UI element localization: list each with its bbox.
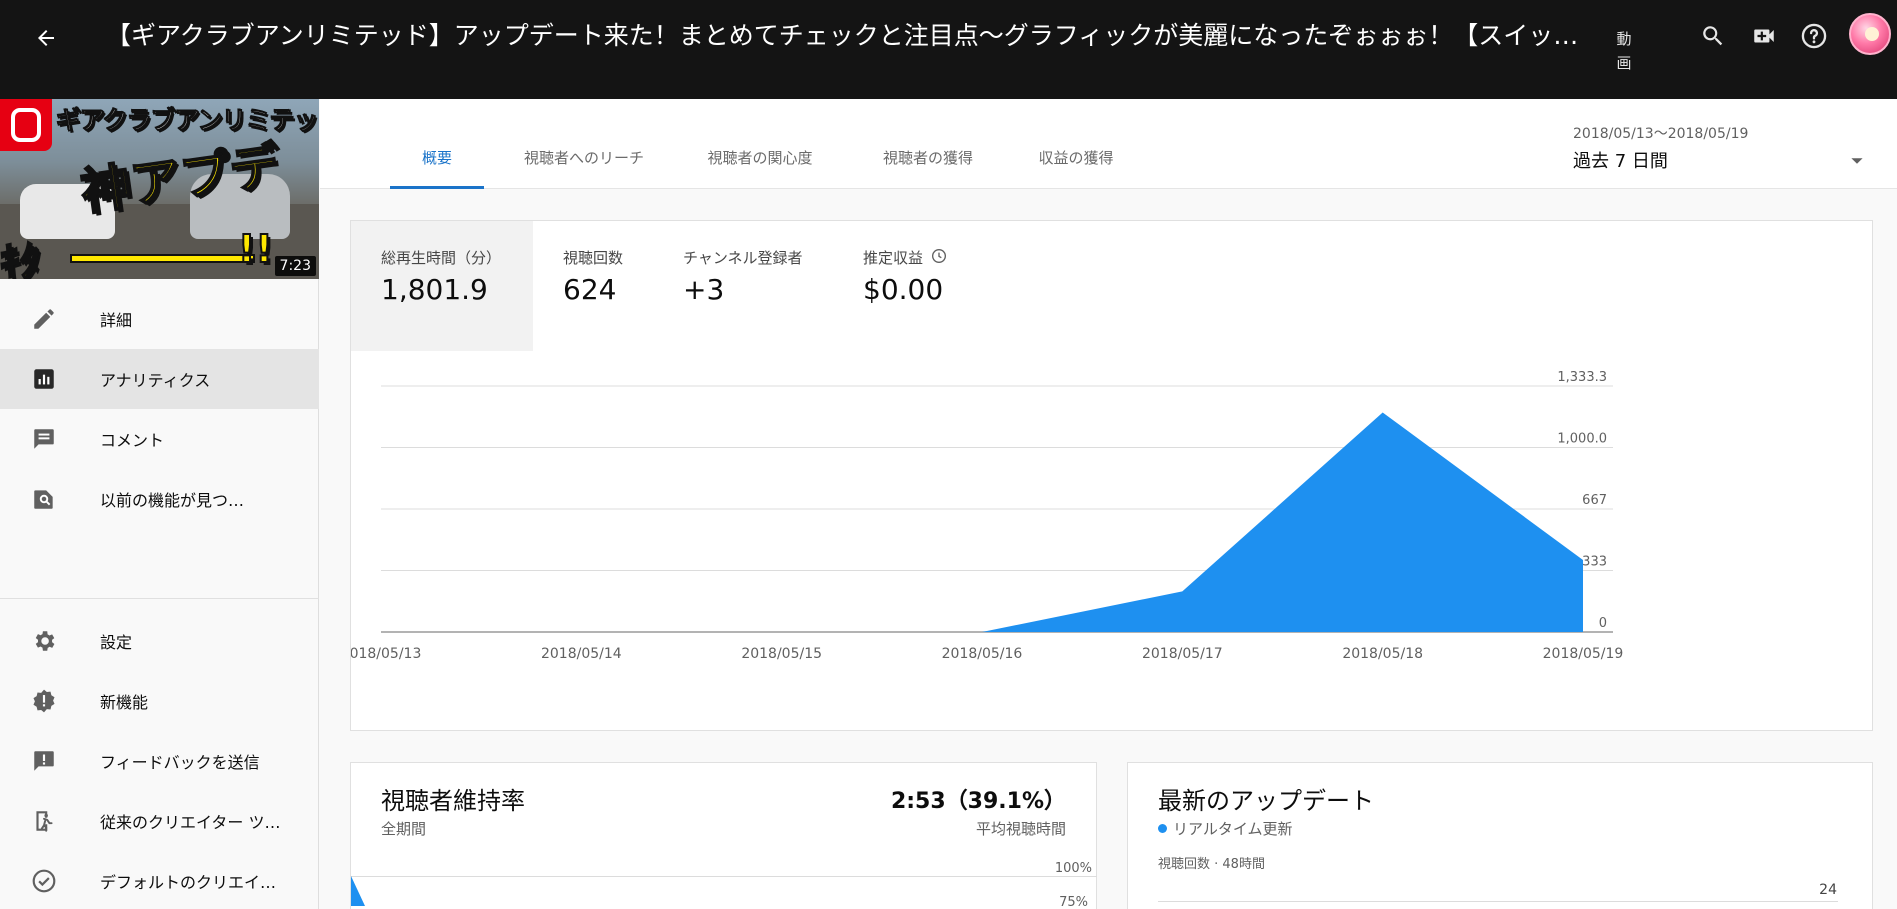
metric-views[interactable]: 視聴回数 624 [533,221,653,351]
sidebar-item-label: フィードバックを送信 [100,753,260,772]
date-range: 2018/05/13〜2018/05/19 [1573,126,1749,142]
metric-value: 624 [563,273,617,306]
metric-label: 推定収益 [863,247,947,268]
thumbnail-headline: ギアクラブアンリミテッド [56,106,319,136]
realtime-label: リアルタイム更新 [1173,820,1293,838]
retention-value: 2:53（39.1%） [890,789,1066,814]
tab-reach[interactable]: 視聴者へのリーチ [504,147,664,189]
sidebar-item-default-creator[interactable]: デフォルトのクリエイ… [0,851,319,909]
chevron-down-icon[interactable] [1845,149,1869,173]
metric-watch-time[interactable]: 総再生時間（分） 1,801.9 [351,221,533,351]
updates-title: 最新のアップデート [1158,787,1374,815]
thumbnail-exclamation: !! [237,226,274,272]
sidebar-item-comments[interactable]: コメント [0,409,319,469]
sidebar-item-label: 詳細 [100,311,133,330]
video-thumbnail[interactable]: ギアクラブアンリミテッド 神アプデ ｷﾀ !! 7:23 [0,99,319,279]
sidebar-item-analytics[interactable]: アナリティクス [0,349,319,409]
metric-value: $0.00 [863,273,944,306]
retention-ytick: 75% [1059,895,1088,909]
thumbnail-bar [70,254,255,263]
views-48h-label: 視聴回数 · 48時間 [1158,857,1265,872]
sidebar-item-label: 設定 [100,633,133,652]
x-tick-label: 2018/05/15 [741,646,822,662]
watch-time-chart: 0 333 667 1,000.0 1,333.3 2018/05/13 2018/05/1… [351,370,1624,662]
feedback-icon [29,746,59,776]
x-tick-label: 2018/05/14 [541,646,622,662]
gear-icon [29,626,59,656]
main-content: 概要 視聴者へのリーチ 視聴者の関心度 視聴者の獲得 収益の獲得 2018/05… [320,99,1897,909]
x-tick-label: 2018/05/17 [1142,646,1223,662]
retention-ytick: 100% [1054,861,1092,876]
retention-title: 視聴者維持率 [381,787,525,815]
clock-icon [931,248,947,268]
check-circle-icon [29,866,59,896]
y-tick-label: 1,000.0 [1557,431,1607,446]
y-tick-label: 667 [1582,493,1607,508]
realtime-dot-icon [1158,824,1167,833]
video-camera-icon[interactable] [1744,16,1784,56]
sidebar-item-label: コメント [100,431,165,450]
date-period-select[interactable]: 過去 7 日間 [1573,147,1668,173]
x-tick-label: 2018/05/13 [351,646,421,662]
sidebar-item-classic-tools[interactable]: 従来のクリエイター ツ… [0,791,319,851]
gridline [1158,901,1838,902]
page-title: 【ギアクラブアンリミテッド】アップデート来た！まとめてチェックと注目点〜グラフィ… [106,21,1596,50]
gridline [351,876,1097,877]
new-feature-icon [29,686,59,716]
sidebar-item-label: デフォルトのクリエイ… [100,873,277,892]
tab-revenue[interactable]: 収益の獲得 [1026,147,1126,189]
video-duration: 7:23 [274,256,316,276]
retention-card: 視聴者維持率 全期間 2:53（39.1%） 平均視聴時間 100% 75% [350,762,1097,909]
retention-chart-start [351,876,365,906]
metric-subscribers[interactable]: チャンネル登録者 +3 [653,221,833,351]
sidebar-item-label: 新機能 [100,693,149,712]
tab-engagement[interactable]: 視聴者の関心度 [690,147,830,189]
analytics-icon [29,364,59,394]
sidebar-divider [0,598,319,599]
sidebar-item-details[interactable]: 詳細 [0,289,319,349]
y-tick-label: 0 [1599,616,1607,631]
latest-updates-card: 最新のアップデート リアルタイム更新 視聴回数 · 48時間 24 [1127,762,1873,909]
title-type-tag: 動画 [1616,30,1632,72]
retention-value-label: 平均視聴時間 [975,820,1066,838]
metric-label: チャンネル登録者 [683,249,803,267]
metric-value: +3 [683,273,725,306]
switch-logo [0,99,52,151]
sidebar-item-settings[interactable]: 設定 [0,611,319,671]
search-icon[interactable] [1693,16,1733,56]
metric-label: 総再生時間（分） [381,249,502,267]
metric-label: 視聴回数 [563,249,624,267]
sidebar-item-label: 以前の機能が見つ… [100,491,245,510]
sidebar-item-new-features[interactable]: 新機能 [0,671,319,731]
y-tick-label: 1,333.3 [1557,370,1607,385]
metric-value: 1,801.9 [381,273,488,306]
sidebar-item-label: アナリティクス [100,371,211,390]
tab-audience[interactable]: 視聴者の獲得 [868,147,988,189]
retention-subtitle: 全期間 [381,820,427,838]
sidebar-item-find-features[interactable]: 以前の機能が見つ… [0,469,319,529]
tab-overview[interactable]: 概要 [390,147,484,189]
sidebar-item-feedback[interactable]: フィードバックを送信 [0,731,319,791]
x-tick-label: 2018/05/19 [1543,646,1624,662]
updates-ytick: 24 [1819,882,1837,898]
top-bar: 【ギアクラブアンリミテッド】アップデート来た！まとめてチェックと注目点〜グラフィ… [0,0,1897,99]
tab-bar: 概要 視聴者へのリーチ 視聴者の関心度 視聴者の獲得 収益の獲得 2018/05… [320,99,1897,189]
x-tick-label: 2018/05/16 [942,646,1023,662]
help-icon[interactable] [1794,16,1834,56]
metric-revenue[interactable]: 推定収益 $0.00 [833,221,1013,351]
find-feature-icon [29,484,59,514]
y-tick-label: 333 [1582,555,1607,570]
overview-card: 総再生時間（分） 1,801.9 視聴回数 624 チャンネル登録者 +3 推定… [350,220,1873,731]
comment-icon [29,424,59,454]
realtime-indicator: リアルタイム更新 [1158,818,1293,839]
thumbnail-bottom-text: ｷﾀ [0,238,41,279]
arrow-back-icon[interactable] [26,18,66,58]
sidebar-item-label: 従来のクリエイター ツ… [100,813,281,832]
chart-area-series [381,412,1583,632]
avatar[interactable] [1849,13,1891,55]
exit-classic-icon [29,806,59,836]
pencil-icon [29,304,59,334]
x-tick-label: 2018/05/18 [1342,646,1423,662]
sidebar: ギアクラブアンリミテッド 神アプデ ｷﾀ !! 7:23 詳細 アナリティクス … [0,99,319,909]
